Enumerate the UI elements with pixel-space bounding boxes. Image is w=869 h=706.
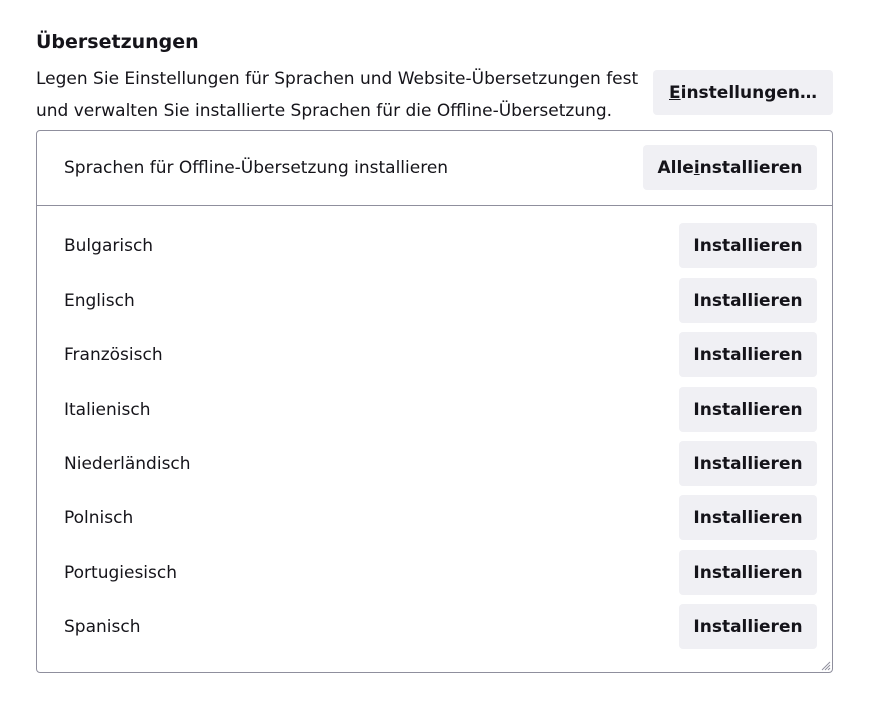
language-name: Italienisch	[64, 400, 151, 420]
language-row-franzoesisch: Französisch Installieren	[37, 328, 832, 382]
language-name: Spanisch	[64, 617, 141, 637]
language-row-italienisch: Italienisch Installieren	[37, 383, 832, 437]
language-name: Bulgarisch	[64, 236, 154, 256]
install-button-bulgarisch[interactable]: Installieren	[679, 223, 817, 268]
settings-button-accesskey: E	[669, 82, 681, 103]
language-row-polnisch: Polnisch Installieren	[37, 491, 832, 545]
offline-languages-header-label: Sprachen für Offline-Übersetzung install…	[64, 158, 449, 178]
resize-grip-icon[interactable]	[821, 661, 831, 671]
language-name: Englisch	[64, 291, 135, 311]
language-row-englisch: Englisch Installieren	[37, 274, 832, 328]
language-row-spanisch: Spanisch Installieren	[37, 600, 832, 654]
install-button-italienisch[interactable]: Installieren	[679, 387, 817, 432]
language-name: Polnisch	[64, 508, 134, 528]
settings-button[interactable]: Einstellungen…	[653, 70, 833, 115]
install-button-niederlaendisch[interactable]: Installieren	[679, 441, 817, 486]
install-button-englisch[interactable]: Installieren	[679, 278, 817, 323]
install-button-franzoesisch[interactable]: Installieren	[679, 332, 817, 377]
install-button-spanisch[interactable]: Installieren	[679, 604, 817, 649]
install-button-portugiesisch[interactable]: Installieren	[679, 550, 817, 595]
language-row-portugiesisch: Portugiesisch Installieren	[37, 546, 832, 600]
language-name: Französisch	[64, 345, 163, 365]
settings-button-label: instellungen…	[680, 82, 817, 103]
language-row-niederlaendisch: Niederländisch Installieren	[37, 437, 832, 491]
install-all-label-start: Alle	[657, 157, 694, 178]
language-name: Niederländisch	[64, 454, 191, 474]
offline-languages-box: Sprachen für Offline-Übersetzung install…	[36, 130, 833, 673]
section-description: Legen Sie Einstellungen für Sprachen und…	[36, 69, 639, 121]
install-button-polnisch[interactable]: Installieren	[679, 495, 817, 540]
install-all-label-end: nstallieren	[699, 157, 803, 178]
language-row-bulgarisch: Bulgarisch Installieren	[37, 219, 832, 273]
language-name: Portugiesisch	[64, 563, 178, 583]
install-all-button[interactable]: Alle i nstallieren	[643, 145, 817, 190]
offline-languages-header: Sprachen für Offline-Übersetzung install…	[37, 131, 832, 206]
section-title: Übersetzungen	[36, 31, 199, 53]
